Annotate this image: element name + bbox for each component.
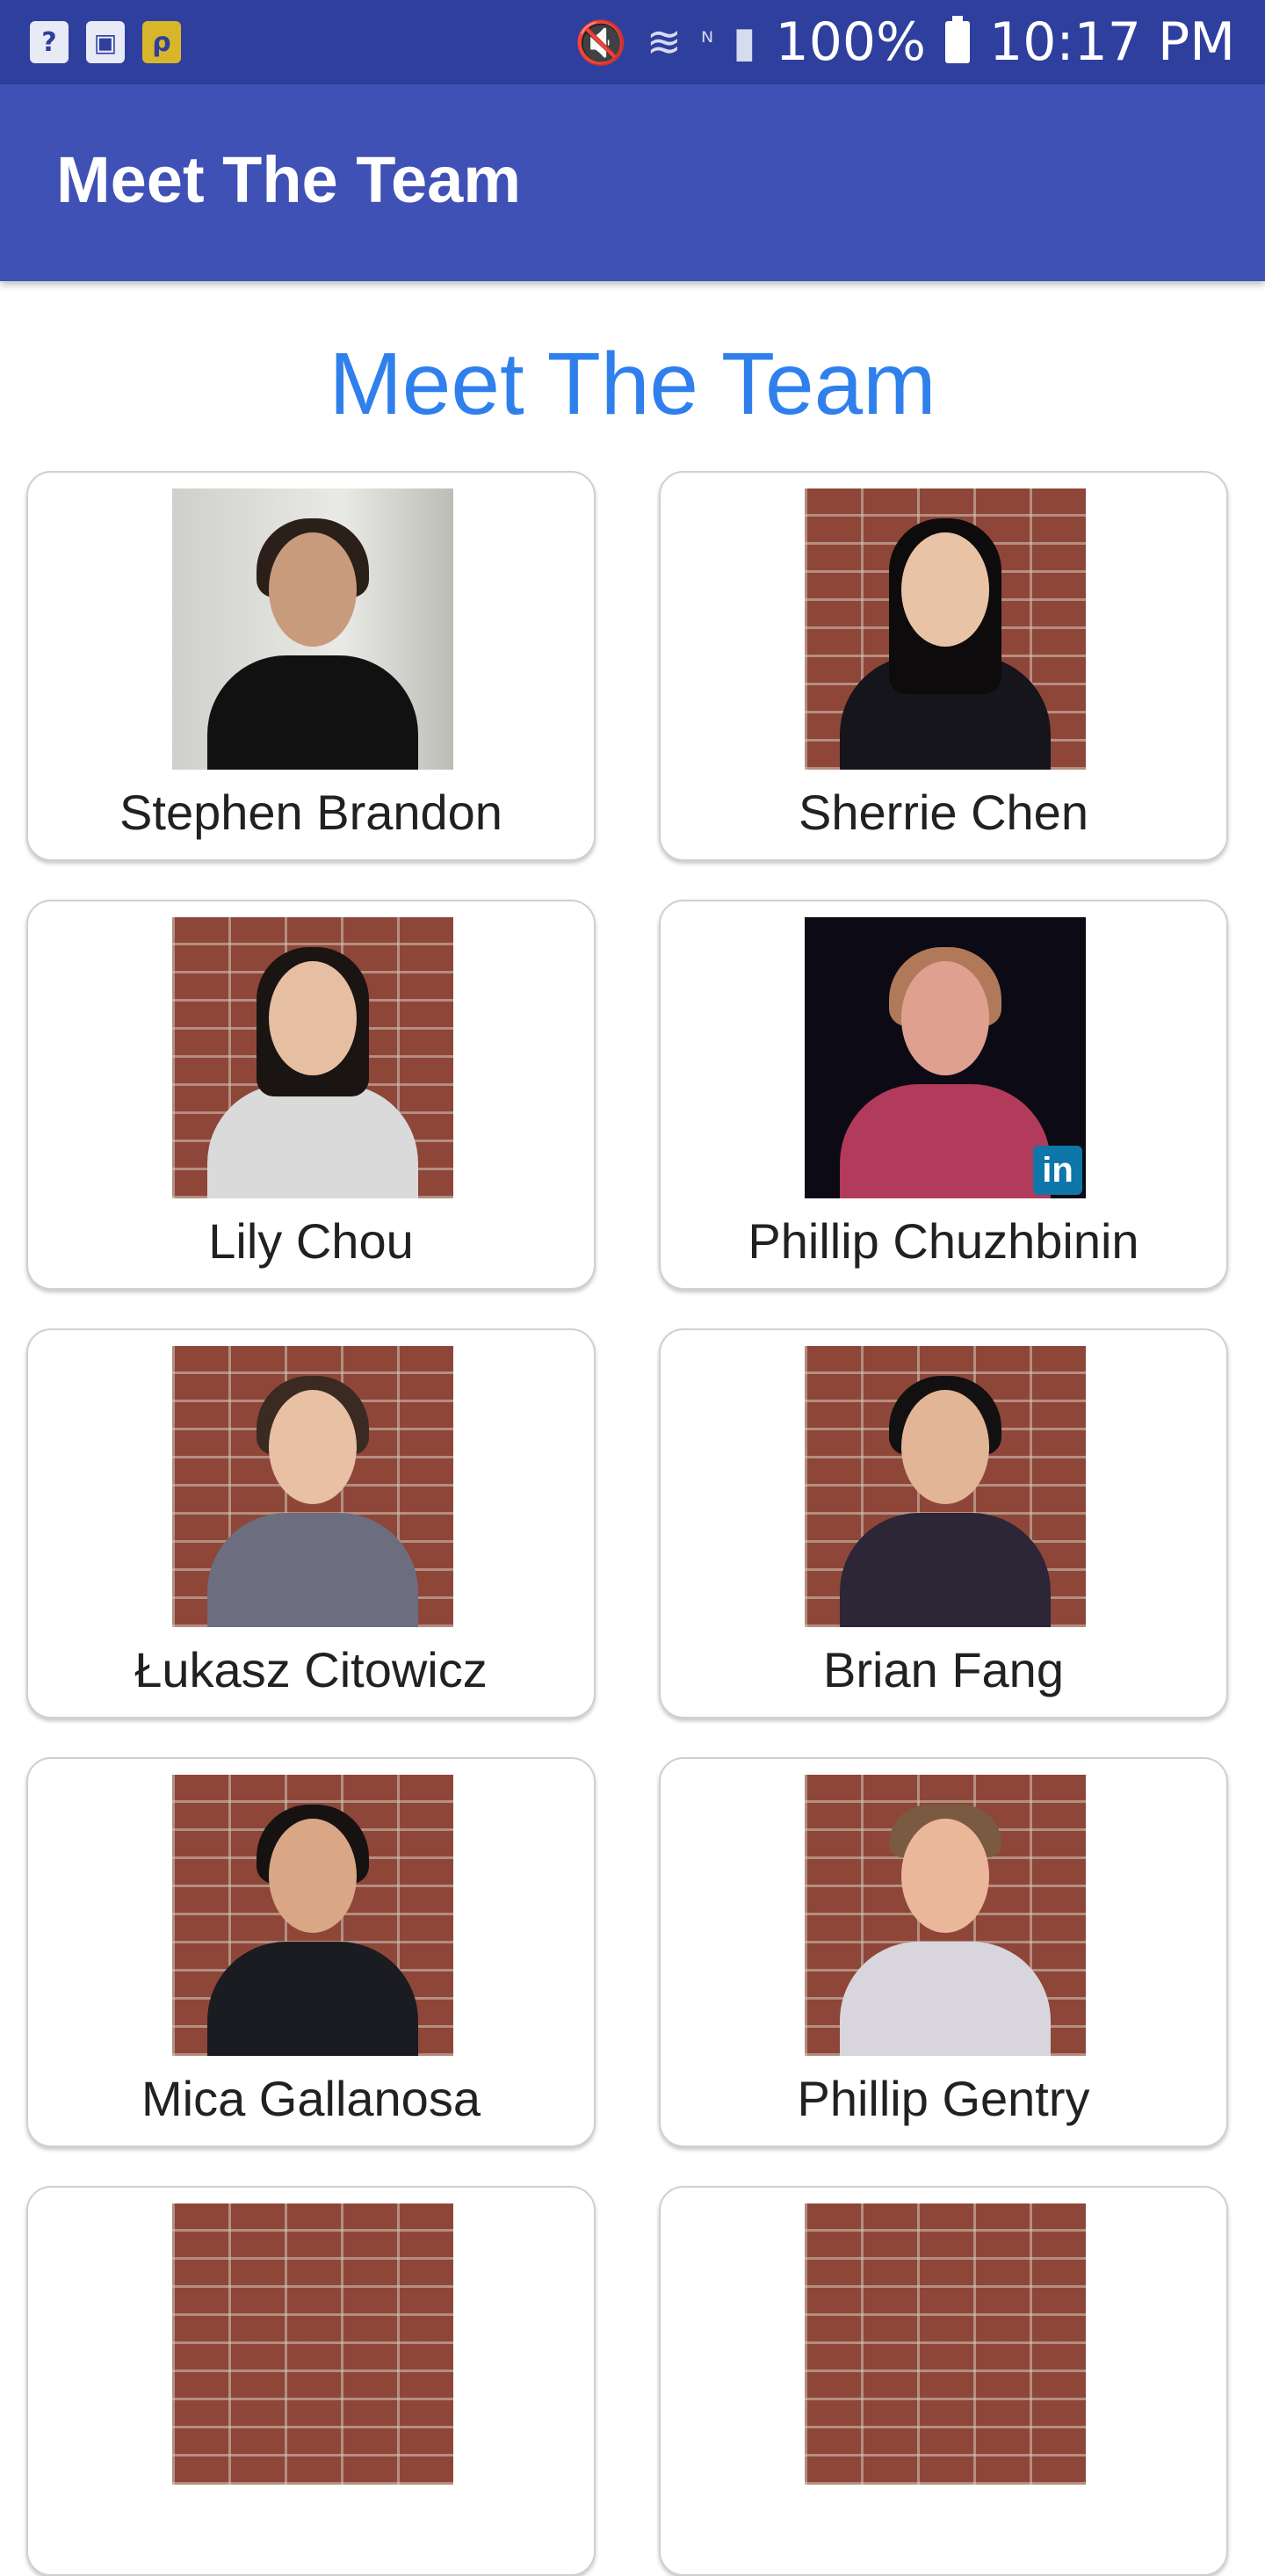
member-photo: [172, 1775, 453, 2056]
member-photo: [805, 1775, 1086, 2056]
team-card[interactable]: Phillip Gentry: [659, 1757, 1228, 2147]
member-name: Mica Gallanosa: [141, 2071, 481, 2126]
member-name: Brian Fang: [823, 1642, 1064, 1697]
team-grid: Stephen Brandon Sherrie Chen Lily Chou i…: [0, 0, 1265, 2576]
member-name: Sherrie Chen: [799, 785, 1088, 840]
member-photo: [805, 488, 1086, 770]
team-card-partial[interactable]: [659, 2186, 1228, 2576]
member-photo: [172, 1346, 453, 1627]
team-card[interactable]: Brian Fang: [659, 1328, 1228, 1719]
member-photo: [805, 2203, 1086, 2485]
team-card[interactable]: Sherrie Chen: [659, 471, 1228, 861]
team-card-partial[interactable]: [26, 2186, 596, 2576]
member-photo: [805, 1346, 1086, 1627]
member-photo: [172, 488, 453, 770]
member-name: Łukasz Citowicz: [134, 1642, 488, 1697]
team-card[interactable]: Łukasz Citowicz: [26, 1328, 596, 1719]
member-photo: in: [805, 917, 1086, 1198]
team-card[interactable]: Mica Gallanosa: [26, 1757, 596, 2147]
member-photo: [172, 917, 453, 1198]
member-photo: [172, 2203, 453, 2485]
member-name: Stephen Brandon: [119, 785, 502, 840]
member-name: Phillip Gentry: [797, 2071, 1090, 2126]
team-card[interactable]: Stephen Brandon: [26, 471, 596, 861]
member-name: Phillip Chuzhbinin: [748, 1213, 1139, 1269]
team-card[interactable]: Lily Chou: [26, 900, 596, 1290]
team-card[interactable]: in Phillip Chuzhbinin: [659, 900, 1228, 1290]
linkedin-icon: in: [1033, 1146, 1082, 1195]
member-name: Lily Chou: [208, 1213, 414, 1269]
